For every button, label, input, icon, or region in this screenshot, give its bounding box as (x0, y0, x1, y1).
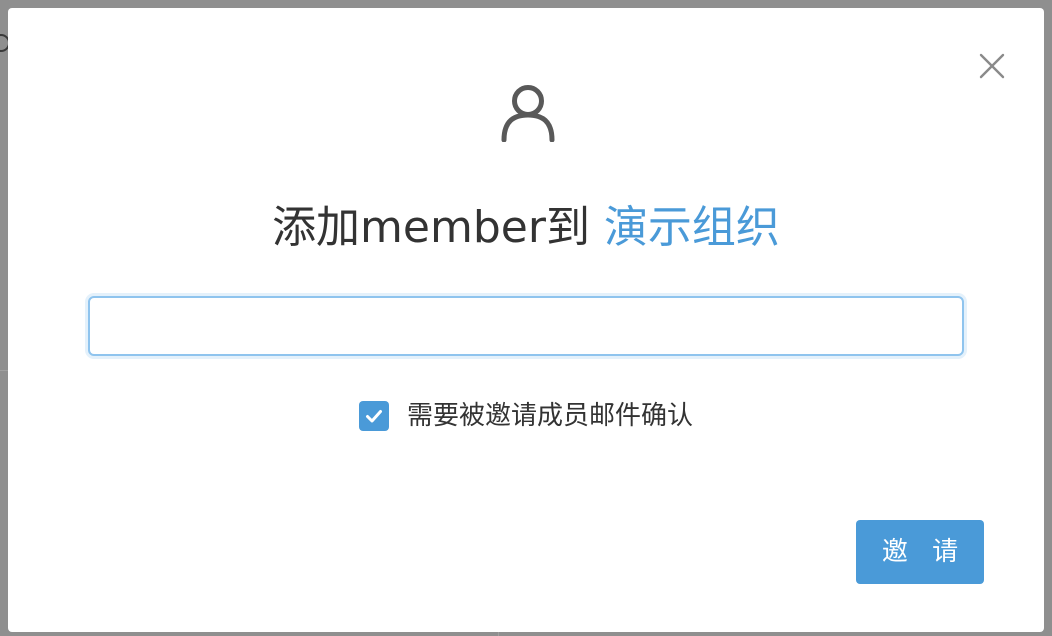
close-button[interactable] (976, 50, 1008, 82)
invite-member-input[interactable] (88, 296, 964, 356)
email-confirm-checkbox[interactable] (358, 401, 389, 431)
invite-button[interactable]: 邀 请 (856, 520, 984, 584)
add-member-dialog: 添加member到 演示组织 需要被邀请成员邮件确认 邀 请 (8, 8, 1044, 632)
close-icon (979, 53, 1005, 79)
user-icon (498, 82, 558, 143)
organization-name: 演示组织 (603, 202, 780, 253)
email-confirm-row: 需要被邀请成员邮件确认 (8, 398, 1044, 434)
check-icon (365, 410, 382, 423)
dialog-title-prefix: 添加member到 (272, 202, 604, 253)
background-divider (0, 370, 8, 371)
dialog-title: 添加member到 演示组织 (8, 196, 1044, 260)
email-confirm-label: 需要被邀请成员邮件确认 (406, 401, 693, 431)
